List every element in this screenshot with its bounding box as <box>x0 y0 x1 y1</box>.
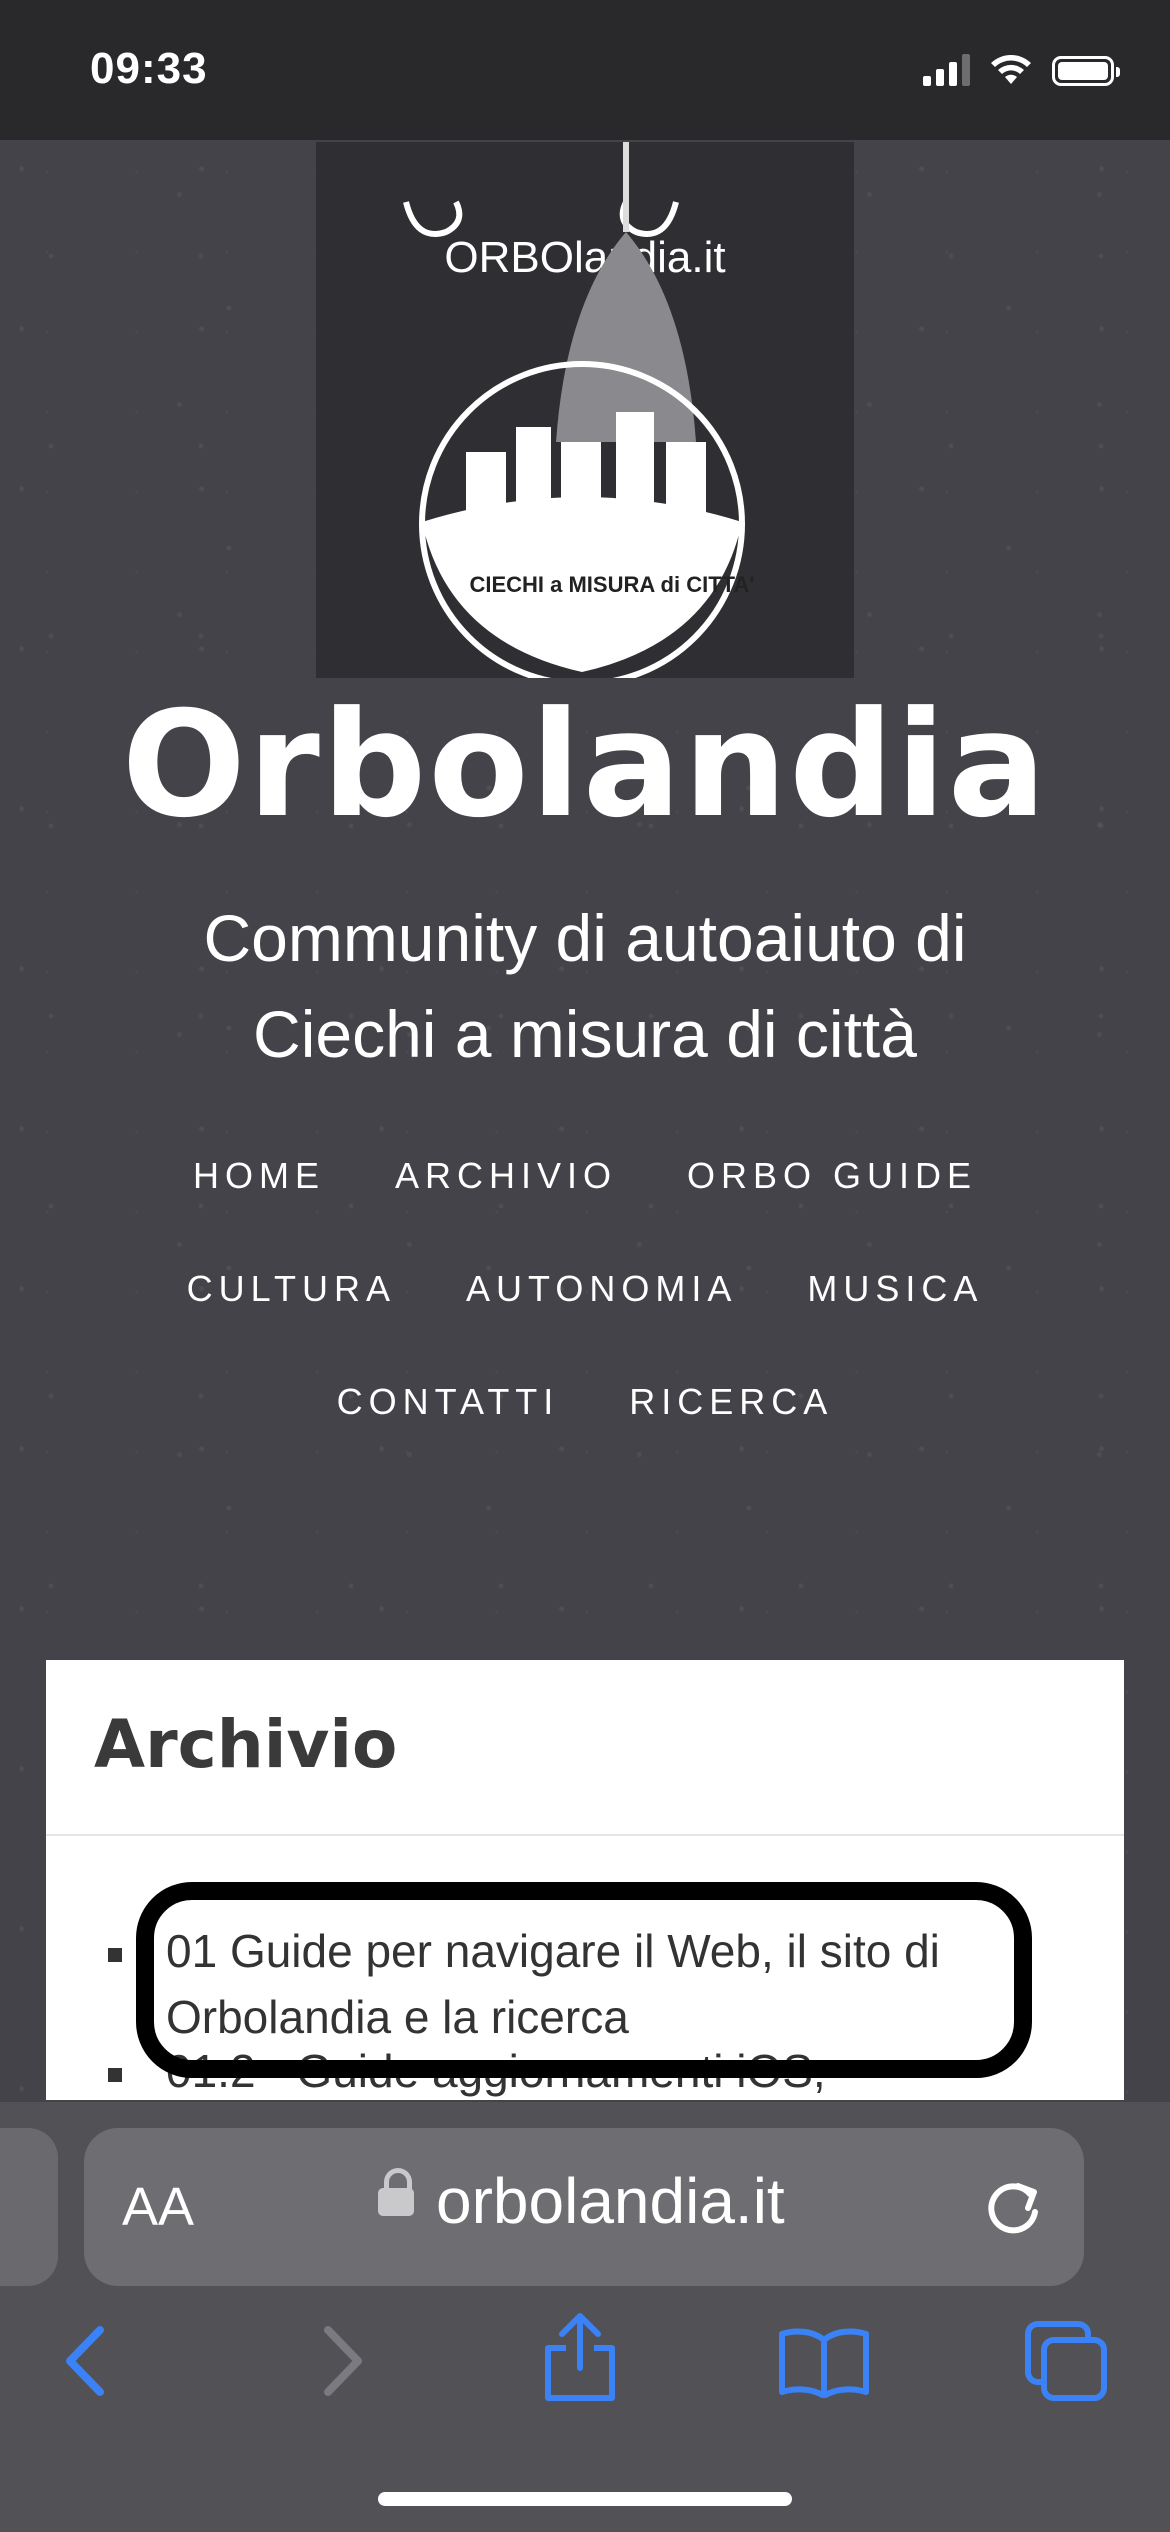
nav-item-archivio[interactable]: ARCHIVIO <box>395 1155 617 1268</box>
battery-icon <box>1052 56 1120 86</box>
address-bar[interactable]: AA orbolandia.it <box>84 2128 1084 2286</box>
tagline-line: Ciechi a misura di città <box>253 997 917 1071</box>
nav-item-orbo-guide[interactable]: ORBO GUIDE <box>687 1155 977 1268</box>
tagline-line: Community di autoaiuto di <box>203 901 967 975</box>
nav-item-autonomia[interactable]: AUTONOMIA <box>466 1268 737 1381</box>
lock-icon <box>378 2168 414 2216</box>
bookmarks-icon[interactable] <box>778 2326 870 2398</box>
site-logo[interactable]: ORBOlandia.it CIECHI a MISURA di CITTA' <box>316 142 854 687</box>
logo-brand-text: ORBOlandia.it <box>444 233 725 282</box>
nav-item-home[interactable]: HOME <box>193 1155 325 1268</box>
main-navigation: HOME ARCHIVIO ORBO GUIDE CULTURA AUTONOM… <box>0 1155 1170 1494</box>
list-bullet <box>108 2068 122 2082</box>
nav-item-contatti[interactable]: CONTATTI <box>337 1381 560 1494</box>
site-title[interactable]: Orbolandia <box>0 680 1170 850</box>
share-icon[interactable] <box>542 2310 618 2404</box>
status-icons <box>923 52 1120 86</box>
divider <box>46 1834 1124 1836</box>
site-tagline: Community di autoaiuto di Ciechi a misur… <box>0 890 1170 1082</box>
aa-label: AA <box>122 2177 195 2237</box>
nav-row: CULTURA AUTONOMIA MUSICA <box>0 1268 1170 1381</box>
logo-graphic: ORBOlandia.it CIECHI a MISURA di CITTA' <box>403 142 755 687</box>
nav-row: HOME ARCHIVIO ORBO GUIDE <box>0 1155 1170 1268</box>
forward-icon <box>324 2326 362 2396</box>
nav-row: CONTATTI RICERCA <box>0 1381 1170 1494</box>
browser-nav-icons <box>0 2310 1170 2410</box>
reload-icon[interactable] <box>978 2172 1048 2242</box>
nav-item-ricerca[interactable]: RICERCA <box>629 1381 833 1494</box>
nav-item-cultura[interactable]: CULTURA <box>187 1268 396 1381</box>
list-bullet <box>108 1948 122 1962</box>
status-bar: 09:33 <box>0 0 1170 140</box>
wifi-icon <box>991 55 1031 84</box>
tabs-icon[interactable] <box>1024 2320 1110 2402</box>
nav-item-musica[interactable]: MUSICA <box>807 1268 983 1381</box>
archive-title: Archivio <box>94 1706 398 1783</box>
url-text[interactable]: orbolandia.it <box>436 2164 785 2238</box>
cellular-signal-icon <box>923 52 970 86</box>
focus-highlight <box>136 1882 1032 2078</box>
status-time: 09:33 <box>90 44 208 93</box>
home-indicator <box>378 2492 792 2506</box>
back-icon[interactable] <box>60 2324 110 2398</box>
logo-badge-text: CIECHI a MISURA di CITTA' <box>469 572 754 597</box>
previous-tab-preview[interactable] <box>0 2128 58 2286</box>
reader-settings-button[interactable]: AA <box>122 2176 194 2238</box>
